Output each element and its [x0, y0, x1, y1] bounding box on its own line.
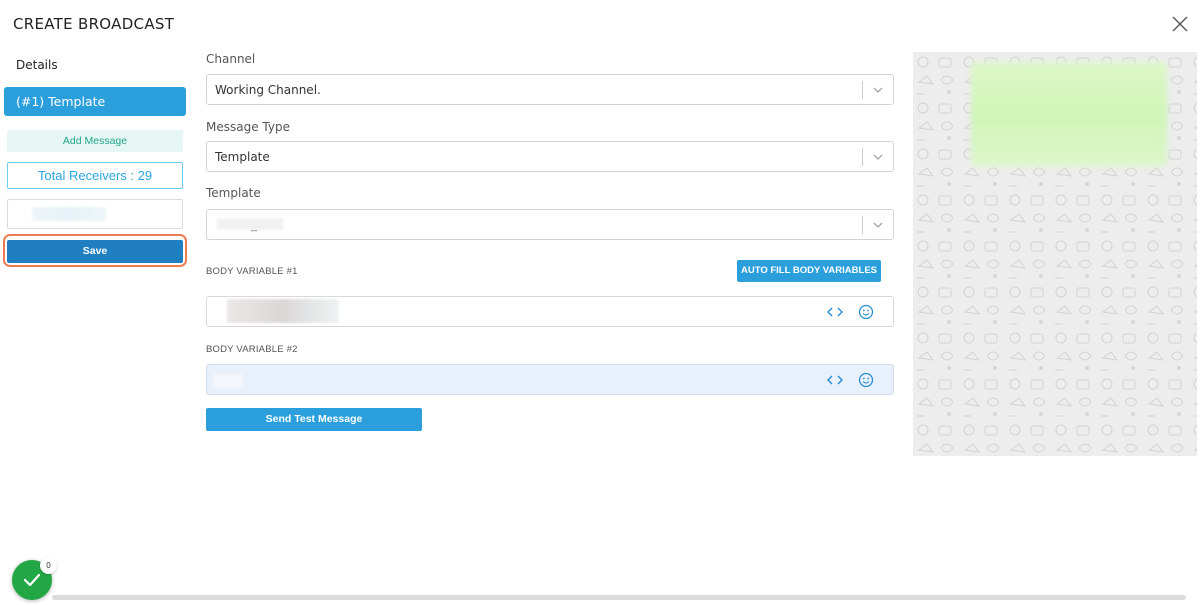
save-button[interactable]: Save	[7, 240, 183, 263]
horizontal-scrollbar[interactable]	[52, 595, 1186, 600]
code-icon[interactable]	[827, 373, 843, 387]
send-test-message-button[interactable]: Send Test Message	[206, 408, 422, 431]
redacted-input-value	[227, 299, 339, 323]
redacted-input-value	[213, 374, 243, 388]
template-preview-bubble	[971, 62, 1167, 166]
channel-label: Channel	[206, 52, 256, 66]
message-type-label: Message Type	[206, 120, 290, 134]
total-receivers-badge: Total Receivers : 29	[7, 162, 183, 189]
select-divider	[862, 81, 863, 99]
body-variable-2-label: BODY VARIABLE #2	[206, 344, 298, 355]
template-label: Template	[206, 186, 261, 200]
template-tab[interactable]: (#1) Template	[4, 87, 186, 116]
create-broadcast-modal: CREATE BROADCAST Details (#1) Template A…	[0, 0, 1200, 605]
auto-fill-body-variables-button[interactable]: AUTO FILL BODY VARIABLES	[737, 260, 881, 282]
body-variable-1-label: BODY VARIABLE #1	[206, 266, 298, 277]
emoji-icon[interactable]	[858, 304, 874, 320]
chevron-down-icon[interactable]	[871, 218, 885, 232]
check-icon	[23, 573, 41, 587]
body-variable-2-input[interactable]	[206, 364, 894, 395]
redacted-field	[7, 199, 183, 229]
redacted-template-name	[217, 218, 283, 230]
add-message-button[interactable]: Add Message	[7, 130, 183, 152]
code-icon[interactable]	[827, 305, 843, 319]
message-type-value: Template	[215, 150, 270, 164]
template-value: _	[251, 220, 258, 232]
details-heading: Details	[16, 58, 58, 72]
chevron-down-icon[interactable]	[871, 150, 885, 164]
channel-select[interactable]: Working Channel.	[206, 74, 894, 105]
message-type-select[interactable]: Template	[206, 141, 894, 172]
chevron-down-icon[interactable]	[871, 83, 885, 97]
message-preview-panel	[913, 52, 1197, 456]
redacted-content	[32, 207, 106, 221]
select-divider	[862, 216, 863, 234]
select-divider	[862, 148, 863, 166]
template-select[interactable]: _	[206, 209, 894, 240]
emoji-icon[interactable]	[858, 372, 874, 388]
body-variable-1-input[interactable]	[206, 296, 894, 327]
close-icon[interactable]	[1171, 15, 1189, 33]
notification-count-badge: 0	[40, 557, 57, 574]
channel-value: Working Channel.	[215, 83, 321, 97]
modal-title: CREATE BROADCAST	[13, 15, 175, 33]
